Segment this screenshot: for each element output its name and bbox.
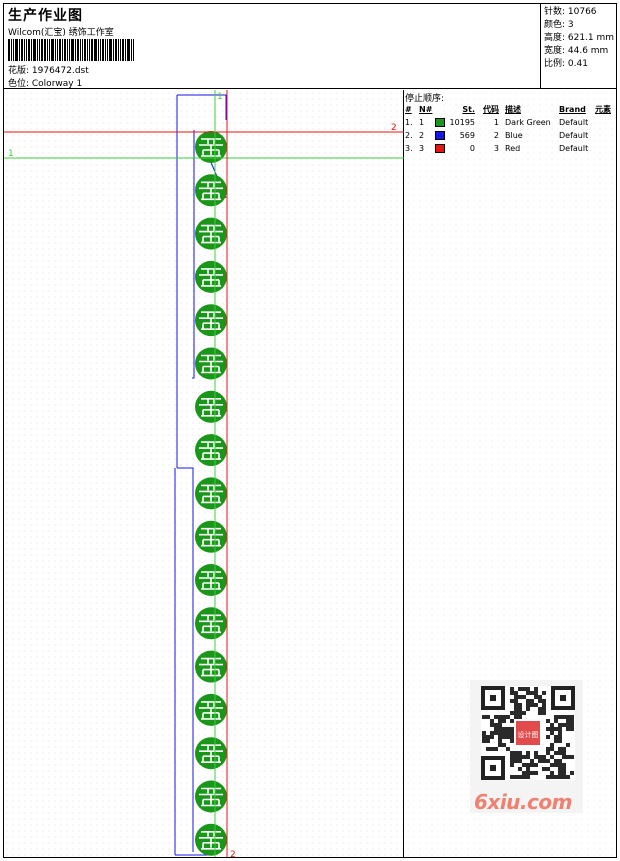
header-info: 生产作业图 Wilcom(汇宝) 绣饰工作室 花版: 1976472.dst 色…	[4, 4, 541, 89]
table-row: 1. 1 10195 1 Dark Green Default	[405, 116, 616, 129]
red-marker-bottom: 2	[230, 850, 236, 857]
embroidery-motif	[195, 780, 227, 813]
design-file: 花版: 1976472.dst	[8, 66, 89, 76]
embroidery-motif	[195, 347, 227, 380]
row-code: 1	[493, 118, 499, 127]
color-swatch	[435, 131, 445, 140]
design-width: 宽度: 44.6 mm	[544, 46, 609, 56]
embroidery-motif	[195, 823, 227, 856]
col-code: 代码	[483, 105, 499, 114]
sheet-title: 生产作业图	[8, 8, 83, 24]
row-stitches: 0	[469, 144, 475, 153]
row-brand: Default	[559, 144, 589, 153]
sheet-header: 生产作业图 Wilcom(汇宝) 绣饰工作室 花版: 1976472.dst 色…	[4, 4, 616, 89]
stitch-count: 针数: 10766	[544, 7, 597, 17]
row-brand: Default	[559, 118, 589, 127]
col-n: N#	[419, 105, 433, 114]
embroidery-motif	[195, 607, 227, 640]
row-code: 3	[493, 144, 499, 153]
colorway: 色位: Colorway 1	[8, 79, 83, 89]
embroidery-motif	[195, 564, 227, 596]
embroidery-motif	[195, 650, 227, 683]
row-n: 1	[419, 118, 425, 127]
embroidery-motif	[195, 520, 227, 553]
blue-jump-line	[177, 467, 194, 852]
embroidery-motif	[195, 174, 227, 207]
table-row: 3. 3 0 3 Red Default	[405, 142, 616, 155]
row-stitches: 569	[459, 131, 475, 140]
company-name: Wilcom(汇宝) 绣饰工作室	[8, 28, 114, 38]
blue-jump-line	[192, 130, 195, 379]
embroidery-motif	[195, 737, 227, 770]
row-num: 3.	[405, 144, 413, 153]
color-swatch	[435, 118, 445, 127]
color-swatch	[435, 144, 445, 153]
qr-badge-text: 设计图	[518, 730, 539, 739]
col-desc: 描述	[505, 105, 521, 114]
row-desc: Dark Green	[505, 118, 551, 127]
row-num: 2.	[405, 131, 413, 140]
design-stats: 针数: 10766 颜色: 3 高度: 621.1 mm 宽度: 44.6 mm…	[542, 4, 616, 89]
design-canvas: 1 1 2 2	[4, 90, 404, 857]
col-brand: Brand	[559, 105, 586, 114]
embroidery-motif	[195, 434, 227, 467]
design-scale: 比例: 0.41	[544, 59, 588, 69]
row-n: 2	[419, 131, 425, 140]
row-code: 2	[493, 131, 499, 140]
table-header: # N# St. 代码 描述 Brand 元素	[405, 103, 616, 116]
table-row: 2. 2 569 2 Blue Default	[405, 129, 616, 142]
row-stitches: 10195	[449, 118, 475, 127]
qr-code: 设计图	[481, 686, 575, 780]
row-brand: Default	[559, 131, 589, 140]
col-stitches: St.	[462, 105, 475, 114]
red-marker-right: 2	[391, 123, 397, 133]
color-table: # N# St. 代码 描述 Brand 元素 1. 1 10195 1 Dar…	[405, 103, 616, 155]
color-count: 颜色: 3	[544, 20, 574, 30]
embroidery-motif	[195, 693, 227, 726]
embroidery-motif	[195, 477, 227, 510]
row-desc: Blue	[505, 131, 523, 140]
row-n: 3	[419, 144, 425, 153]
embroidery-motif	[195, 217, 227, 250]
watermark-text: 6xiu.com	[474, 790, 572, 814]
motif-column	[195, 131, 227, 856]
embroidery-motif	[195, 304, 227, 337]
col-num: #	[405, 105, 412, 114]
row-num: 1.	[405, 118, 413, 127]
barcode	[8, 39, 142, 61]
embroidery-motif	[195, 390, 227, 423]
green-marker-left: 1	[8, 149, 14, 159]
embroidery-motif	[195, 260, 227, 293]
green-marker-top: 1	[217, 92, 223, 102]
design-preview: 1 1 2 2	[4, 90, 404, 857]
design-height: 高度: 621.1 mm	[544, 33, 615, 43]
row-desc: Red	[505, 144, 521, 153]
col-element: 元素	[595, 105, 611, 114]
